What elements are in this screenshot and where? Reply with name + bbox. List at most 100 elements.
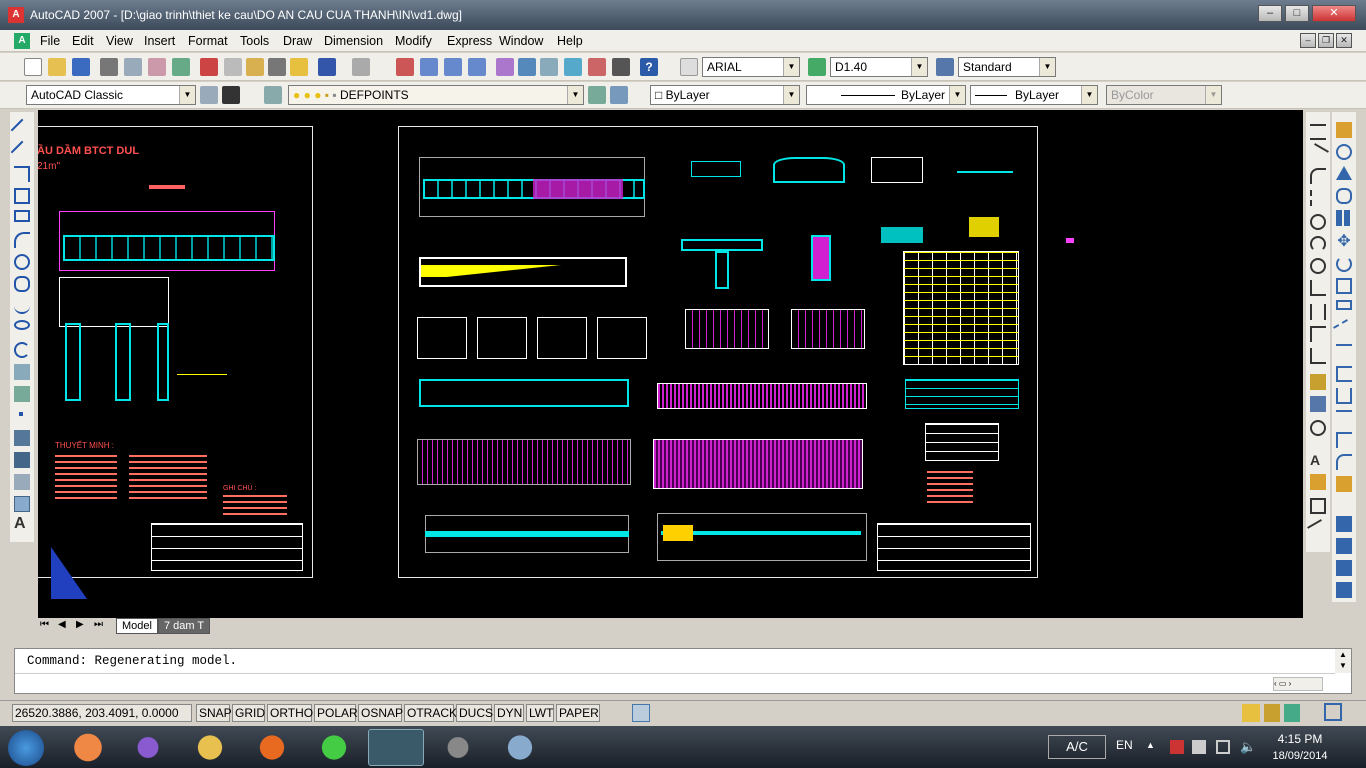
calculator-icon[interactable] [612, 58, 630, 76]
plot-icon[interactable] [100, 58, 118, 76]
dim-text-edit-icon[interactable] [1310, 474, 1326, 490]
last-tab-icon[interactable]: ⏭ [94, 619, 103, 630]
chamfer-icon[interactable] [1336, 432, 1352, 448]
jogged-dim-icon[interactable] [1310, 236, 1326, 252]
tray-expand-icon[interactable]: ▲ [1146, 740, 1155, 750]
tool-palettes-icon[interactable] [540, 58, 558, 76]
flag-icon[interactable] [1170, 740, 1184, 754]
dim-style-combo[interactable]: D1.40 ▼ [830, 57, 928, 77]
lwt-button[interactable]: LWT [526, 704, 554, 722]
arc-length-icon[interactable] [1310, 168, 1326, 184]
array-icon[interactable] [1336, 210, 1352, 226]
grid-button[interactable]: GRID [232, 704, 265, 722]
match-properties-icon[interactable] [268, 58, 286, 76]
menu-file[interactable]: File [40, 34, 60, 48]
osnap-button[interactable]: OSNAP [358, 704, 403, 722]
properties-icon[interactable] [496, 58, 514, 76]
menu-dimension[interactable]: Dimension [324, 34, 383, 48]
menu-tools[interactable]: Tools [240, 34, 269, 48]
pan-icon[interactable] [396, 58, 414, 76]
region-icon[interactable] [14, 474, 30, 490]
ortho-button[interactable]: ORTHO [267, 704, 313, 722]
chrome-icon[interactable] [306, 729, 362, 766]
workspace-settings-icon[interactable] [200, 86, 218, 104]
make-layer-current-icon[interactable] [588, 86, 606, 104]
ime-indicator[interactable]: A/C [1048, 735, 1106, 759]
tolerance-icon[interactable] [1310, 396, 1326, 412]
3d-dwf-icon[interactable] [172, 58, 190, 76]
markup-icon[interactable] [588, 58, 606, 76]
extend-icon[interactable] [1336, 344, 1352, 360]
help-icon[interactable]: ? [640, 58, 658, 76]
autocad-task-icon[interactable] [368, 729, 424, 766]
dim-style-icon[interactable] [1307, 519, 1329, 541]
plot-preview-icon[interactable] [124, 58, 142, 76]
table-style-combo[interactable]: Standard ▼ [958, 57, 1056, 77]
linetype-combo[interactable]: ByLayer ▼ [806, 85, 966, 105]
tray-settings-icon[interactable] [1284, 704, 1300, 722]
save-icon[interactable] [72, 58, 90, 76]
maximize-button[interactable]: □ [1285, 5, 1309, 22]
zoom-realtime-icon[interactable] [420, 58, 438, 76]
workspace-save-icon[interactable] [222, 86, 240, 104]
camera-app-icon[interactable] [430, 729, 486, 766]
cut-icon[interactable] [200, 58, 218, 76]
clock-date[interactable]: 18/09/2014 [1266, 750, 1334, 762]
gradient-icon[interactable] [14, 452, 30, 468]
hatch-icon[interactable] [14, 430, 30, 446]
draw-order-under-icon[interactable] [1336, 582, 1352, 598]
coordinate-display[interactable]: 26520.3886, 203.4091, 0.0000 [12, 704, 192, 722]
redo-icon[interactable] [352, 58, 370, 76]
block-editor-icon[interactable] [290, 58, 308, 76]
publish-icon[interactable] [148, 58, 166, 76]
stray-object[interactable] [1066, 238, 1074, 243]
otrack-button[interactable]: OTRACK [404, 704, 457, 722]
app-icon[interactable] [492, 729, 548, 766]
rotate-icon[interactable] [1336, 256, 1352, 272]
move-icon[interactable]: ✥ [1336, 234, 1352, 250]
menu-insert[interactable]: Insert [144, 34, 175, 48]
firefox-icon[interactable] [244, 729, 300, 766]
minimize-button[interactable]: – [1258, 5, 1282, 22]
language-indicator[interactable]: EN [1116, 738, 1133, 752]
maximize-viewport-icon[interactable] [632, 704, 650, 722]
new-icon[interactable] [24, 58, 42, 76]
construction-line-icon[interactable] [10, 140, 34, 164]
sheet-set-icon[interactable] [564, 58, 582, 76]
tab-model[interactable]: Model [116, 618, 158, 634]
draw-order-back-icon[interactable] [1336, 538, 1352, 554]
menu-edit[interactable]: Edit [72, 34, 94, 48]
revision-cloud-icon[interactable] [14, 276, 30, 292]
clean-screen-icon[interactable] [1324, 703, 1342, 721]
table-style-icon[interactable] [936, 58, 954, 76]
tab-layout[interactable]: 7 dam T [158, 618, 211, 634]
draw-order-above-icon[interactable] [1336, 560, 1352, 576]
join-icon[interactable] [1336, 410, 1352, 426]
document-icon[interactable]: A [14, 33, 30, 49]
start-button[interactable] [8, 730, 44, 766]
arc-icon[interactable] [14, 232, 30, 248]
next-tab-icon[interactable]: ▶ [76, 619, 84, 630]
clock-time[interactable]: 4:15 PM [1270, 732, 1330, 746]
copy-object-icon[interactable] [1336, 144, 1352, 160]
drawing-area[interactable]: ẦU DẦM BTCT DUL 21m" THUYẾT MINH : GHI C… [38, 110, 1303, 620]
design-center-icon[interactable] [518, 58, 536, 76]
polyline-icon[interactable] [14, 166, 30, 182]
menu-format[interactable]: Format [188, 34, 228, 48]
break-icon[interactable] [1336, 388, 1352, 404]
trim-icon[interactable] [1333, 319, 1355, 341]
layer-previous-icon[interactable] [610, 86, 628, 104]
center-mark-icon[interactable] [1310, 420, 1326, 436]
lock-icon[interactable] [1264, 704, 1280, 722]
spline-icon[interactable] [14, 298, 30, 314]
zoom-window-icon[interactable] [444, 58, 462, 76]
menu-modify[interactable]: Modify [395, 34, 432, 48]
color-combo[interactable]: □ ByLayer ▼ [650, 85, 800, 105]
text-style-combo[interactable]: ARIAL ▼ [702, 57, 800, 77]
angular-dim-icon[interactable] [1310, 280, 1326, 296]
command-scrollbar[interactable]: ▲ ▼ [1335, 649, 1351, 673]
doc-minimize-button[interactable]: – [1300, 33, 1316, 48]
insert-block-icon[interactable] [14, 364, 30, 380]
copy-icon[interactable] [224, 58, 242, 76]
diameter-dim-icon[interactable] [1310, 258, 1326, 274]
